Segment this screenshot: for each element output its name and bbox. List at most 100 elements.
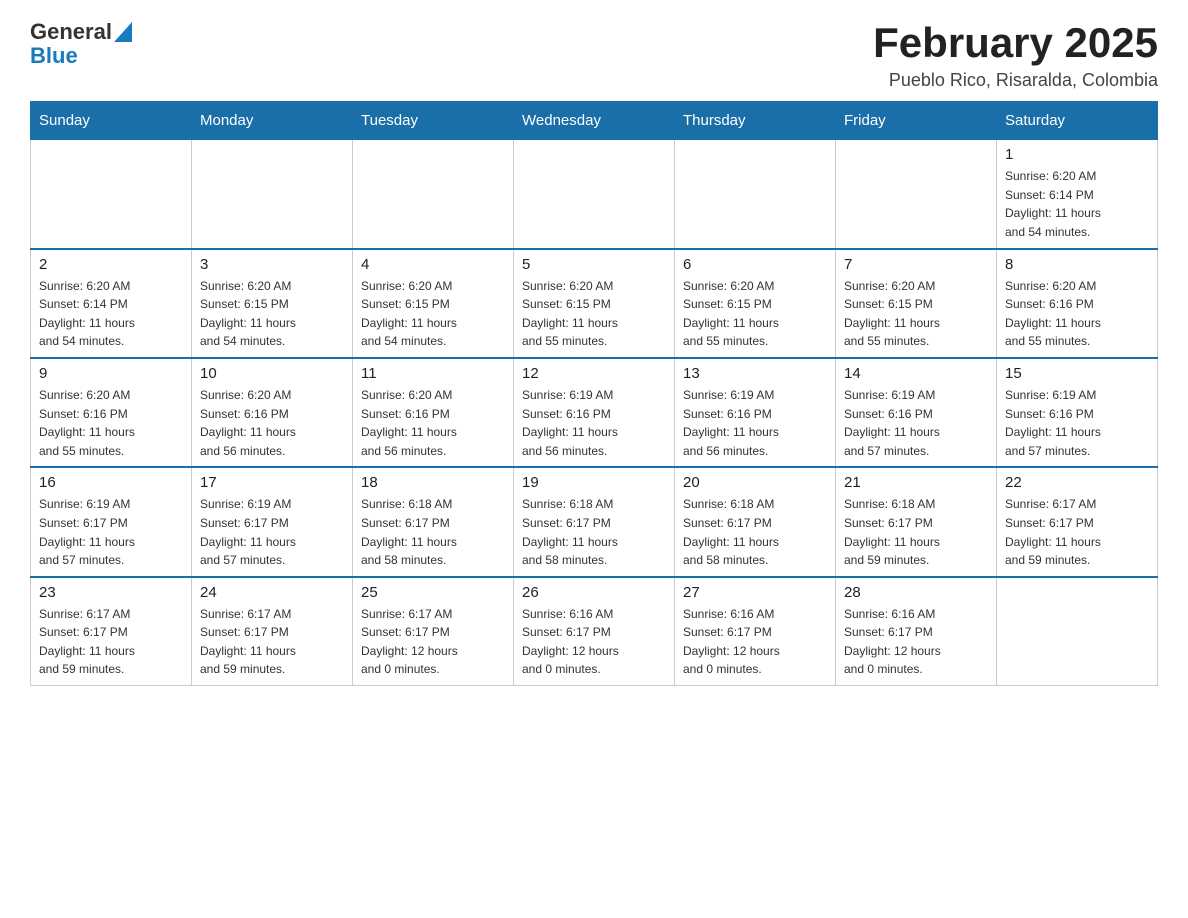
title-section: February 2025 Pueblo Rico, Risaralda, Co…: [873, 20, 1158, 91]
table-row: 25 Sunrise: 6:17 AM Sunset: 6:17 PM Dayli…: [353, 577, 514, 686]
table-row: 11Sunrise: 6:20 AM Sunset: 6:16 PM Dayli…: [353, 358, 514, 467]
calendar-week-row: 2Sunrise: 6:20 AM Sunset: 6:14 PM Daylig…: [31, 249, 1158, 358]
day-number: 23: [39, 584, 183, 601]
day-info: Sunrise: 6:20 AM Sunset: 6:15 PM Dayligh…: [361, 277, 505, 351]
day-info: Sunrise: 6:16 AM Sunset: 6:17 PM Dayligh…: [844, 605, 988, 679]
day-number: 17: [200, 474, 344, 491]
table-row: 27 Sunrise: 6:16 AM Sunset: 6:17 PM Dayli…: [675, 577, 836, 686]
day-number: 5: [522, 256, 666, 273]
day-number: 18: [361, 474, 505, 491]
header-sunday: Sunday: [31, 102, 192, 140]
table-row: [836, 140, 997, 249]
table-row: 12 Sunrise: 6:19 AM Sunset: 6:16 PM Dayli…: [514, 358, 675, 467]
day-info: Sunrise: 6:19 AM Sunset: 6:16 PM Dayligh…: [1005, 386, 1149, 460]
day-info: Sunrise: 6:17 AM Sunset: 6:17 PM Dayligh…: [1005, 495, 1149, 569]
month-title: February 2025: [873, 20, 1158, 66]
day-info: Sunrise: 6:18 AM Sunset: 6:17 PM Dayligh…: [844, 495, 988, 569]
day-info: Sunrise: 6:19 AM Sunset: 6:17 PM Dayligh…: [200, 495, 344, 569]
day-number: 4: [361, 256, 505, 273]
calendar-week-row: 9 Sunrise: 6:20 AM Sunset: 6:16 PM Daylig…: [31, 358, 1158, 467]
table-row: 10 Sunrise: 6:20 AM Sunset: 6:16 PM Dayli…: [192, 358, 353, 467]
day-info: Sunrise: 6:16 AM Sunset: 6:17 PM Dayligh…: [683, 605, 827, 679]
day-number: 6: [683, 256, 827, 273]
calendar-week-row: 1 Sunrise: 6:20 AM Sunset: 6:14 PM Daylig…: [31, 140, 1158, 249]
table-row: 2Sunrise: 6:20 AM Sunset: 6:14 PM Daylig…: [31, 249, 192, 358]
calendar-week-row: 23 Sunrise: 6:17 AM Sunset: 6:17 PM Dayli…: [31, 577, 1158, 686]
day-number: 22: [1005, 474, 1149, 491]
day-number: 27: [683, 584, 827, 601]
table-row: 8 Sunrise: 6:20 AM Sunset: 6:16 PM Daylig…: [997, 249, 1158, 358]
day-number: 19: [522, 474, 666, 491]
day-info: Sunrise: 6:20 AM Sunset: 6:15 PM Dayligh…: [200, 277, 344, 351]
logo: General Blue: [30, 20, 132, 68]
table-row: 3 Sunrise: 6:20 AM Sunset: 6:15 PM Daylig…: [192, 249, 353, 358]
day-info: Sunrise: 6:19 AM Sunset: 6:16 PM Dayligh…: [844, 386, 988, 460]
table-row: 15 Sunrise: 6:19 AM Sunset: 6:16 PM Dayli…: [997, 358, 1158, 467]
day-number: 12: [522, 365, 666, 382]
day-info: Sunrise: 6:20 AM Sunset: 6:16 PM Dayligh…: [200, 386, 344, 460]
header-friday: Friday: [836, 102, 997, 140]
day-info: Sunrise: 6:18 AM Sunset: 6:17 PM Dayligh…: [683, 495, 827, 569]
day-number: 8: [1005, 256, 1149, 273]
header-wednesday: Wednesday: [514, 102, 675, 140]
table-row: 16Sunrise: 6:19 AM Sunset: 6:17 PM Dayli…: [31, 467, 192, 576]
table-row: 20Sunrise: 6:18 AM Sunset: 6:17 PM Dayli…: [675, 467, 836, 576]
day-number: 28: [844, 584, 988, 601]
logo-blue-text: Blue: [30, 43, 78, 68]
day-info: Sunrise: 6:20 AM Sunset: 6:16 PM Dayligh…: [361, 386, 505, 460]
day-number: 9: [39, 365, 183, 382]
day-number: 15: [1005, 365, 1149, 382]
day-info: Sunrise: 6:20 AM Sunset: 6:16 PM Dayligh…: [1005, 277, 1149, 351]
table-row: [997, 577, 1158, 686]
day-number: 16: [39, 474, 183, 491]
table-row: 26Sunrise: 6:16 AM Sunset: 6:17 PM Dayli…: [514, 577, 675, 686]
table-row: 21 Sunrise: 6:18 AM Sunset: 6:17 PM Dayli…: [836, 467, 997, 576]
calendar-table: Sunday Monday Tuesday Wednesday Thursday…: [30, 101, 1158, 686]
table-row: 19 Sunrise: 6:18 AM Sunset: 6:17 PM Dayli…: [514, 467, 675, 576]
day-number: 24: [200, 584, 344, 601]
day-info: Sunrise: 6:17 AM Sunset: 6:17 PM Dayligh…: [361, 605, 505, 679]
day-info: Sunrise: 6:19 AM Sunset: 6:16 PM Dayligh…: [522, 386, 666, 460]
table-row: 23 Sunrise: 6:17 AM Sunset: 6:17 PM Dayli…: [31, 577, 192, 686]
table-row: 18 Sunrise: 6:18 AM Sunset: 6:17 PM Dayli…: [353, 467, 514, 576]
day-number: 10: [200, 365, 344, 382]
weekday-header-row: Sunday Monday Tuesday Wednesday Thursday…: [31, 102, 1158, 140]
day-number: 1: [1005, 146, 1149, 163]
day-number: 26: [522, 584, 666, 601]
day-info: Sunrise: 6:19 AM Sunset: 6:16 PM Dayligh…: [683, 386, 827, 460]
day-number: 3: [200, 256, 344, 273]
table-row: 22 Sunrise: 6:17 AM Sunset: 6:17 PM Dayli…: [997, 467, 1158, 576]
table-row: 5 Sunrise: 6:20 AM Sunset: 6:15 PM Daylig…: [514, 249, 675, 358]
location-subtitle: Pueblo Rico, Risaralda, Colombia: [873, 70, 1158, 91]
day-info: Sunrise: 6:20 AM Sunset: 6:15 PM Dayligh…: [522, 277, 666, 351]
table-row: 6Sunrise: 6:20 AM Sunset: 6:15 PM Daylig…: [675, 249, 836, 358]
table-row: [192, 140, 353, 249]
day-number: 2: [39, 256, 183, 273]
table-row: 17 Sunrise: 6:19 AM Sunset: 6:17 PM Dayli…: [192, 467, 353, 576]
day-info: Sunrise: 6:18 AM Sunset: 6:17 PM Dayligh…: [361, 495, 505, 569]
logo-triangle-icon: [114, 22, 132, 42]
day-number: 25: [361, 584, 505, 601]
day-info: Sunrise: 6:18 AM Sunset: 6:17 PM Dayligh…: [522, 495, 666, 569]
header-tuesday: Tuesday: [353, 102, 514, 140]
day-info: Sunrise: 6:17 AM Sunset: 6:17 PM Dayligh…: [39, 605, 183, 679]
table-row: [514, 140, 675, 249]
logo-general-text: General: [30, 20, 112, 44]
day-number: 7: [844, 256, 988, 273]
day-number: 21: [844, 474, 988, 491]
day-info: Sunrise: 6:20 AM Sunset: 6:14 PM Dayligh…: [1005, 167, 1149, 241]
day-info: Sunrise: 6:17 AM Sunset: 6:17 PM Dayligh…: [200, 605, 344, 679]
calendar-week-row: 16 Sunrise: 6:19 AM Sunset: 6:17 PM Dayli…: [31, 467, 1158, 576]
header-saturday: Saturday: [997, 102, 1158, 140]
day-number: 13: [683, 365, 827, 382]
header-thursday: Thursday: [675, 102, 836, 140]
day-info: Sunrise: 6:20 AM Sunset: 6:15 PM Dayligh…: [844, 277, 988, 351]
header-monday: Monday: [192, 102, 353, 140]
table-row: [353, 140, 514, 249]
table-row: 28 Sunrise: 6:16 AM Sunset: 6:17 PM Dayli…: [836, 577, 997, 686]
table-row: 24 Sunrise: 6:17 AM Sunset: 6:17 PM Dayli…: [192, 577, 353, 686]
day-info: Sunrise: 6:20 AM Sunset: 6:16 PM Dayligh…: [39, 386, 183, 460]
table-row: 1 Sunrise: 6:20 AM Sunset: 6:14 PM Daylig…: [997, 140, 1158, 249]
table-row: 14Sunrise: 6:19 AM Sunset: 6:16 PM Dayli…: [836, 358, 997, 467]
table-row: 4 Sunrise: 6:20 AM Sunset: 6:15 PM Daylig…: [353, 249, 514, 358]
